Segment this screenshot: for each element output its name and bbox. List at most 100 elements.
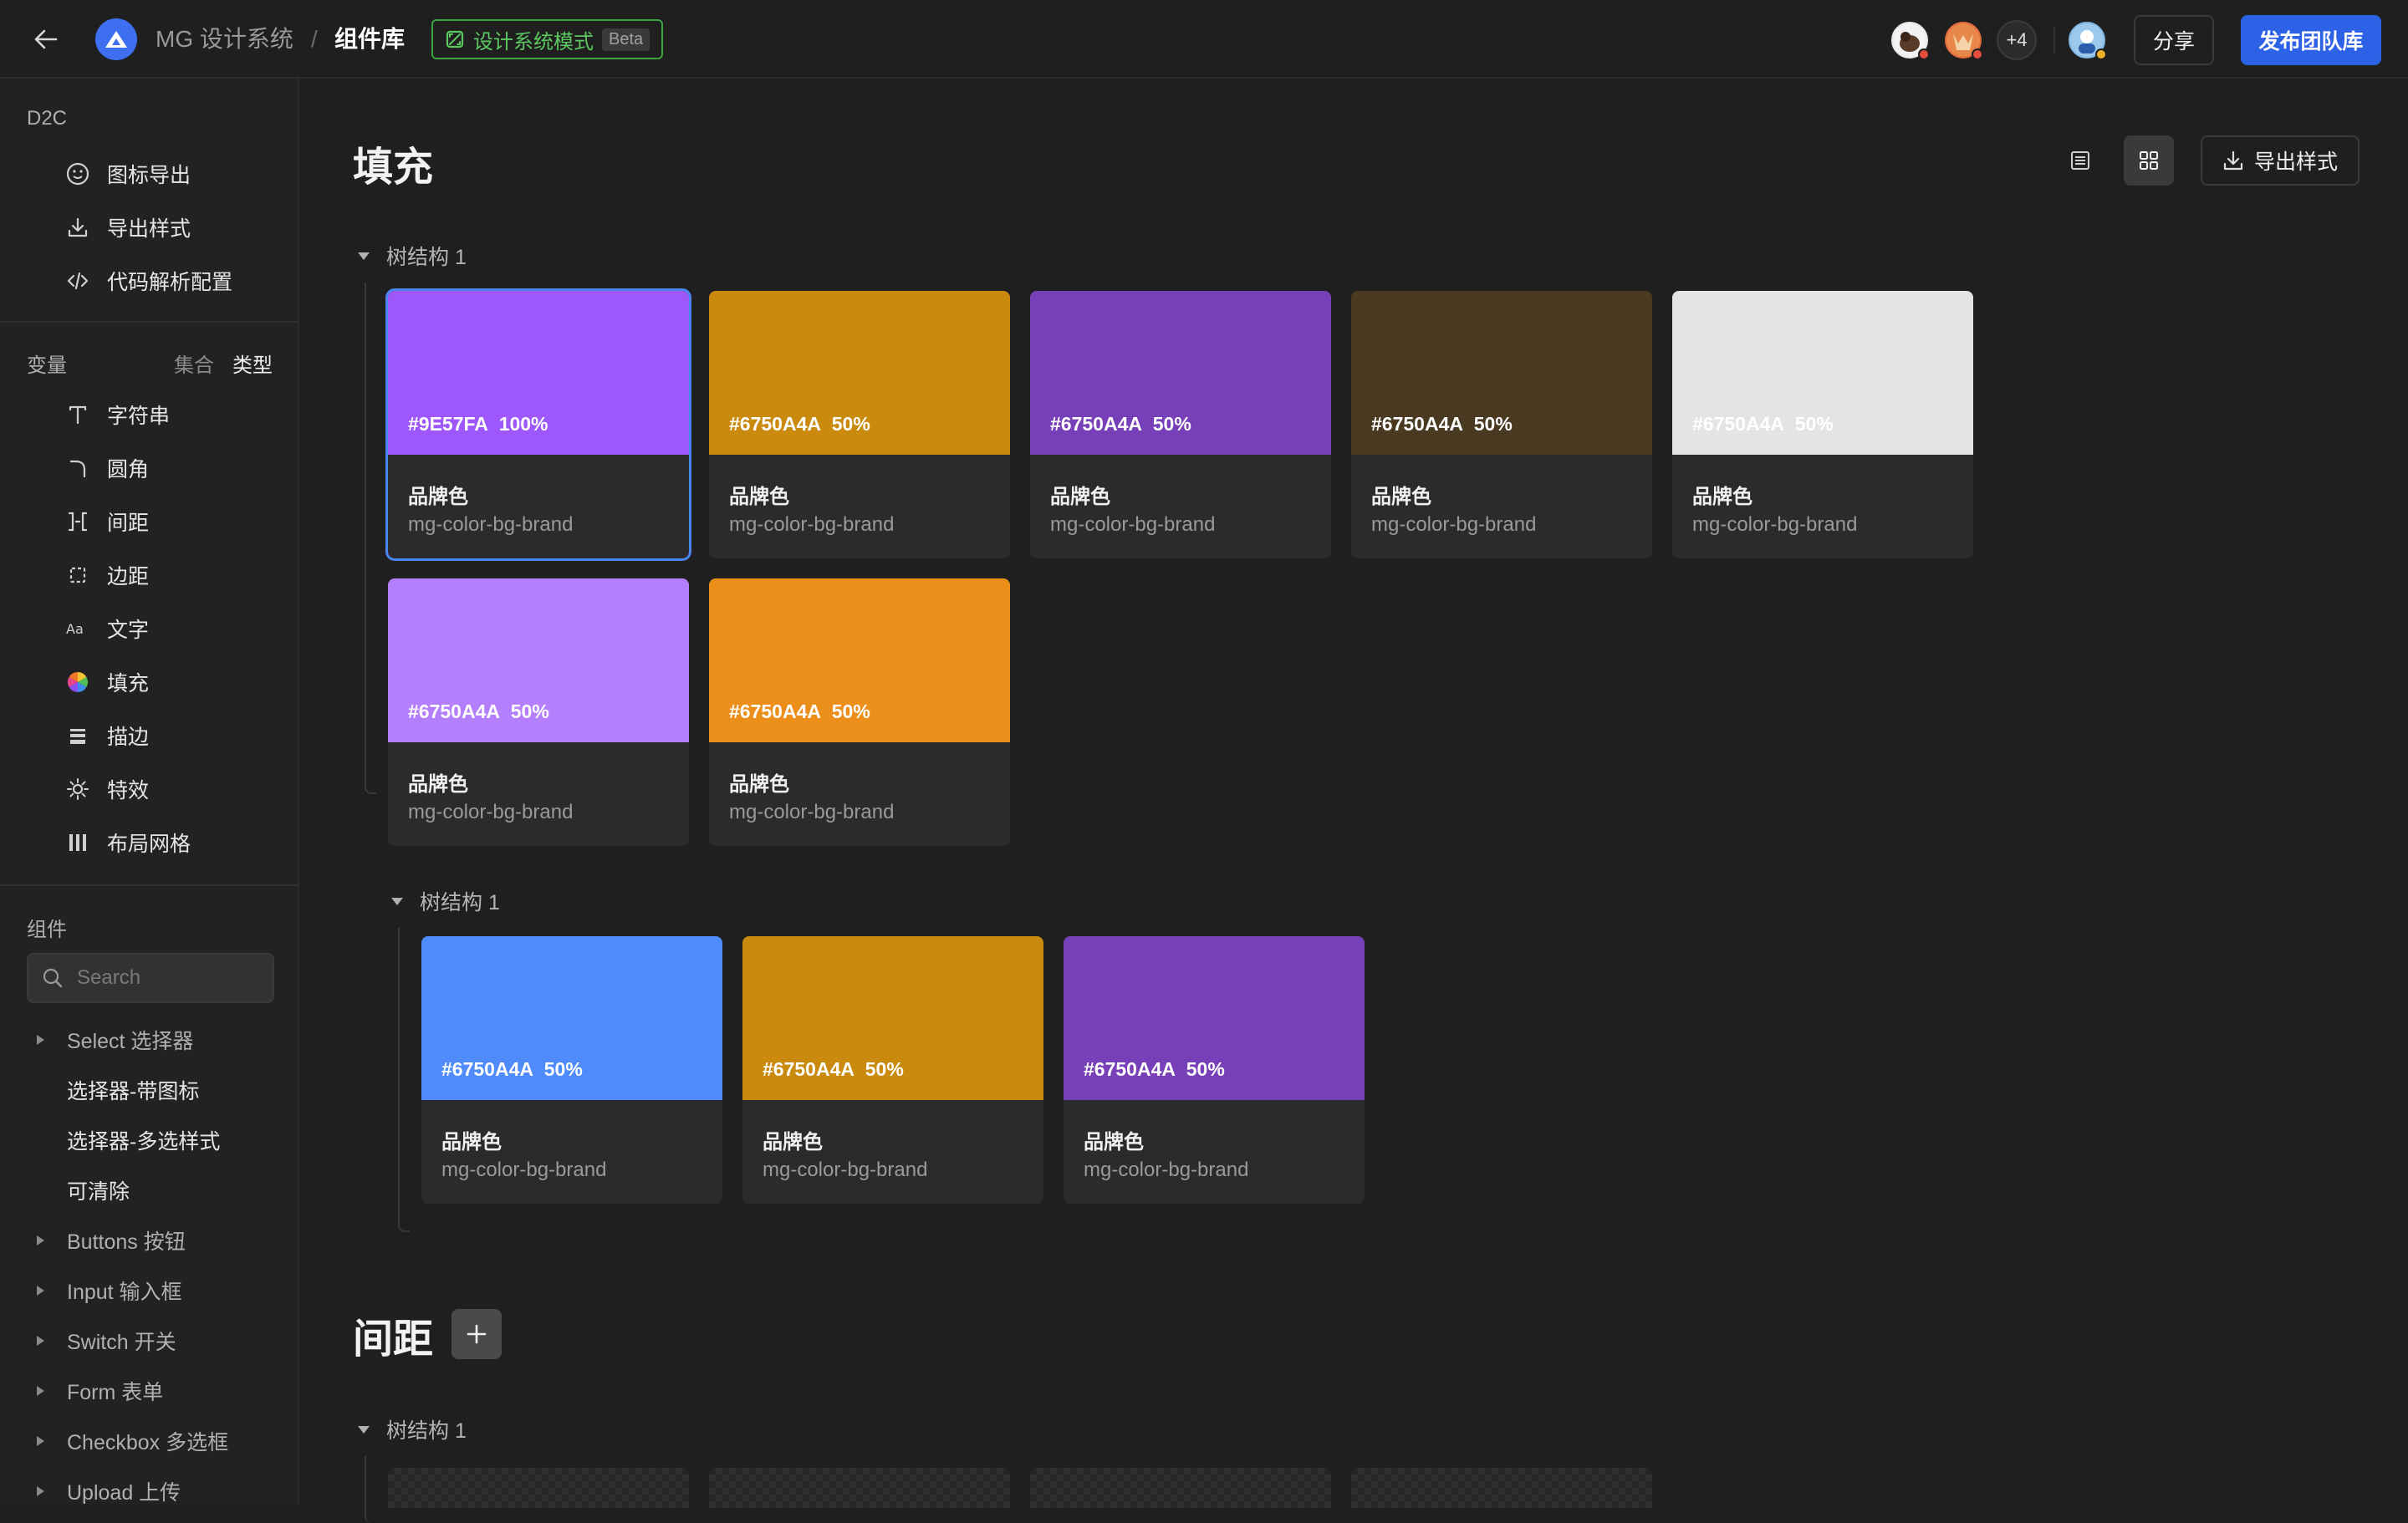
- color-value-label: #6750A4A 50%: [729, 413, 870, 436]
- sidebar-item-fill[interactable]: 填充: [65, 664, 149, 700]
- spacing-icon: [65, 509, 90, 534]
- avatar[interactable]: [1943, 20, 1983, 60]
- tree-item-checkbox[interactable]: Checkbox 多选框: [37, 1424, 228, 1458]
- search-input[interactable]: [75, 965, 259, 991]
- toggle-by-set[interactable]: 集合: [174, 349, 214, 378]
- color-style-card[interactable]: #6750A4A 50% 品牌色 mg-color-bg-brand: [709, 291, 1010, 558]
- color-hex: #6750A4A: [1084, 1058, 1176, 1080]
- sidebar-item-label: 边距: [107, 565, 150, 588]
- color-style-card[interactable]: #6750A4A 50% 品牌色 mg-color-bg-brand: [1351, 291, 1652, 558]
- sidebar-item-spacing[interactable]: 间距: [65, 503, 149, 540]
- sidebar-item-icon-export[interactable]: 图标导出: [65, 155, 191, 192]
- add-variable-button[interactable]: [452, 1309, 502, 1359]
- current-user-avatar[interactable]: [2067, 20, 2107, 60]
- publish-team-library-button[interactable]: 发布团队库: [2241, 15, 2381, 65]
- style-token: mg-color-bg-brand: [729, 513, 895, 536]
- grid-view-button[interactable]: [2124, 135, 2174, 186]
- design-system-mode-badge[interactable]: 设计系统模式 Beta: [431, 19, 664, 59]
- tree-item-select-with-icon[interactable]: 选择器-带图标: [67, 1073, 199, 1107]
- list-view-button[interactable]: [2055, 135, 2105, 186]
- tree-item-form[interactable]: Form 表单: [37, 1374, 163, 1408]
- more-collaborators[interactable]: +4: [1997, 20, 2037, 60]
- sidebar-item-string[interactable]: 字符串: [65, 396, 170, 433]
- component-search[interactable]: [27, 953, 274, 1003]
- breadcrumb-current[interactable]: 组件库: [334, 24, 405, 54]
- tree-group-header[interactable]: 树结构 1: [358, 241, 467, 271]
- style-token: mg-color-bg-brand: [1692, 513, 1858, 536]
- tree-item-buttons[interactable]: Buttons 按钮: [37, 1224, 186, 1257]
- caret-down-icon[interactable]: [358, 252, 370, 260]
- breadcrumb-project[interactable]: MG 设计系统: [156, 24, 293, 54]
- spacing-card-preview[interactable]: [1351, 1468, 1652, 1508]
- color-value-label: #9E57FA 100%: [408, 413, 548, 436]
- color-style-card[interactable]: #9E57FA 100% 品牌色 mg-color-bg-brand: [385, 288, 691, 561]
- caret-down-icon[interactable]: [391, 897, 403, 905]
- spacing-card-preview[interactable]: [388, 1468, 689, 1508]
- share-button[interactable]: 分享: [2134, 15, 2214, 65]
- tree-item-switch[interactable]: Switch 开关: [37, 1324, 176, 1357]
- tree-item-label: Switch 开关: [67, 1331, 176, 1354]
- color-style-card[interactable]: #6750A4A 50% 品牌色 mg-color-bg-brand: [709, 578, 1010, 846]
- spacing-card-preview[interactable]: [709, 1468, 1010, 1508]
- tree-item-select[interactable]: Select 选择器: [37, 1023, 193, 1057]
- color-opacity: 50%: [1186, 1058, 1225, 1080]
- color-style-card[interactable]: #6750A4A 50% 品牌色 mg-color-bg-brand: [421, 936, 722, 1204]
- sidebar-item-corner-radius[interactable]: 圆角: [65, 450, 149, 486]
- spacing-card-preview[interactable]: [1030, 1468, 1331, 1508]
- color-hex: #6750A4A: [729, 413, 821, 435]
- color-style-card[interactable]: #6750A4A 50% 品牌色 mg-color-bg-brand: [1064, 936, 1365, 1204]
- color-style-card[interactable]: #6750A4A 50% 品牌色 mg-color-bg-brand: [388, 578, 689, 846]
- list-view-icon: [2071, 151, 2089, 170]
- sidebar-item-label: 描边: [107, 726, 150, 749]
- caret-right-icon[interactable]: [37, 1386, 44, 1396]
- sidebar-item-export-styles[interactable]: 导出样式: [65, 209, 191, 246]
- color-opacity: 50%: [865, 1058, 904, 1080]
- tree-group-header[interactable]: 树结构 1: [391, 886, 500, 916]
- sidebar-item-code-parse-config[interactable]: 代码解析配置: [65, 262, 232, 299]
- style-name: 品牌色: [1050, 486, 1110, 508]
- toggle-by-type[interactable]: 类型: [232, 349, 273, 378]
- back-arrow-icon[interactable]: [28, 22, 64, 57]
- sidebar-item-padding[interactable]: 边距: [65, 557, 149, 593]
- caret-right-icon[interactable]: [37, 1035, 44, 1045]
- color-value-label: #6750A4A 50%: [1050, 413, 1191, 436]
- tree-item-clearable[interactable]: 可清除: [67, 1174, 130, 1207]
- caret-right-icon[interactable]: [37, 1286, 44, 1296]
- color-opacity: 50%: [831, 700, 870, 722]
- tree-item-label: 可清除: [67, 1180, 130, 1204]
- tree-item-select-multi[interactable]: 选择器-多选样式: [67, 1123, 220, 1157]
- color-hex: #6750A4A: [1050, 413, 1142, 435]
- download-icon: [2223, 150, 2243, 171]
- color-style-card[interactable]: #6750A4A 50% 品牌色 mg-color-bg-brand: [1672, 291, 1973, 558]
- tree-item-upload[interactable]: Upload 上传: [37, 1475, 181, 1508]
- divider: [2053, 27, 2055, 53]
- sidebar-item-label: 圆角: [107, 458, 150, 481]
- color-opacity: 50%: [1473, 413, 1513, 435]
- style-name: 品牌色: [763, 1131, 823, 1154]
- color-swatch: #6750A4A 50%: [1351, 291, 1652, 455]
- code-icon: [65, 268, 90, 293]
- color-style-card[interactable]: #6750A4A 50% 品牌色 mg-color-bg-brand: [1030, 291, 1331, 558]
- sidebar-item-effects[interactable]: 特效: [65, 771, 149, 807]
- caret-right-icon[interactable]: [37, 1336, 44, 1346]
- color-style-card[interactable]: #6750A4A 50% 品牌色 mg-color-bg-brand: [742, 936, 1043, 1204]
- sidebar-item-label: 填充: [107, 672, 150, 695]
- sidebar-item-layout-grid[interactable]: 布局网格: [65, 824, 191, 861]
- avatar[interactable]: [1890, 20, 1930, 60]
- tree-group-header[interactable]: 树结构 1: [358, 1414, 467, 1444]
- corner-radius-icon: [65, 456, 90, 481]
- app-logo[interactable]: [95, 18, 137, 60]
- color-swatch: #6750A4A 50%: [421, 936, 722, 1100]
- sidebar-item-typography[interactable]: Aa 文字: [65, 610, 149, 647]
- export-styles-button[interactable]: 导出样式: [2201, 135, 2360, 186]
- caret-down-icon[interactable]: [358, 1425, 370, 1434]
- style-token: mg-color-bg-brand: [1050, 513, 1216, 536]
- plus-icon: [467, 1324, 487, 1344]
- caret-right-icon[interactable]: [37, 1436, 44, 1446]
- color-opacity: 100%: [498, 413, 548, 435]
- caret-right-icon[interactable]: [37, 1486, 44, 1496]
- color-swatch: #6750A4A 50%: [709, 578, 1010, 742]
- tree-item-input[interactable]: Input 输入框: [37, 1274, 182, 1307]
- caret-right-icon[interactable]: [37, 1235, 44, 1245]
- sidebar-item-stroke[interactable]: 描边: [65, 717, 149, 754]
